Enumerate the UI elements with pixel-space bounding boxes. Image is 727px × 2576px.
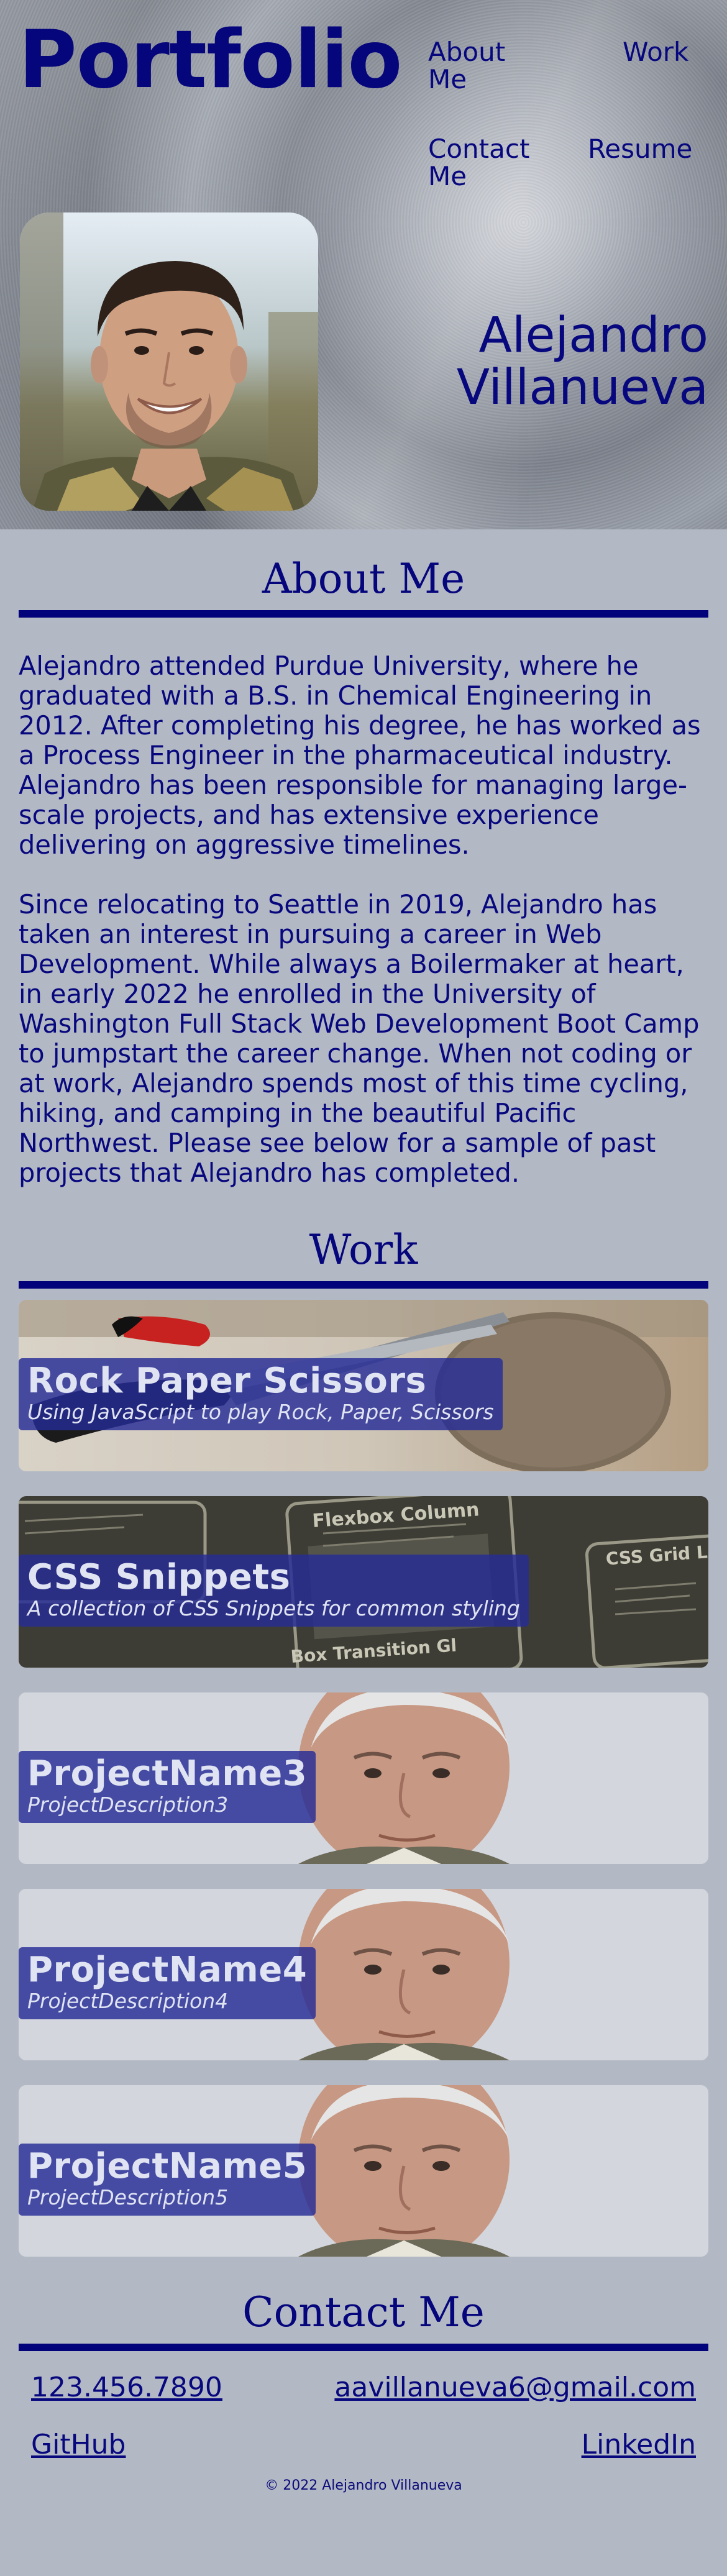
project-card-placeholder-5[interactable]: ProjectName5 ProjectDescription5 — [19, 2085, 708, 2257]
project-description: A collection of CSS Snippets for common … — [27, 1596, 520, 1620]
copyright-footer: © 2022 Alejandro Villanueva — [265, 2478, 462, 2493]
hero-header: Portfolio About Me Work Contact Me Resum… — [0, 0, 727, 529]
work-divider — [19, 1281, 708, 1289]
project-description: ProjectDescription5 — [27, 2185, 229, 2209]
about-paragraph-2: Since relocating to Seattle in 2019, Ale… — [19, 889, 700, 1188]
project-description: ProjectDescription3 — [27, 1793, 229, 1817]
project-title: Rock Paper Scissors — [27, 1361, 427, 1401]
project-title: ProjectName5 — [27, 2146, 308, 2186]
about-section: About Me Alejandro attended Purdue Unive… — [0, 529, 727, 1188]
linkedin-link[interactable]: LinkedIn — [582, 2429, 696, 2460]
about-body: Alejandro attended Purdue University, wh… — [19, 651, 708, 1188]
project-label: CSS Snippets A collection of CSS Snippet… — [19, 1555, 529, 1627]
owner-name: Alejandro Villanueva — [457, 309, 708, 414]
github-link[interactable]: GitHub — [31, 2429, 126, 2460]
nav-resume-link[interactable]: Resume — [588, 135, 692, 163]
about-title: About Me — [262, 555, 465, 603]
project-card-placeholder-4[interactable]: ProjectName4 ProjectDescription4 — [19, 1889, 708, 2060]
phone-link[interactable]: 123.456.7890 — [31, 2372, 222, 2403]
contact-title: Contact Me — [242, 2288, 485, 2336]
project-title: ProjectName4 — [27, 1950, 308, 1990]
project-label: Rock Paper Scissors Using JavaScript to … — [19, 1358, 503, 1430]
nav-about-link[interactable]: About Me — [428, 39, 528, 93]
work-section: Work Rock Paper Scissors Using JavaScrip… — [0, 1226, 727, 2257]
contact-row-1: 123.456.7890 aavillanueva6@gmail.com — [31, 2359, 696, 2416]
project-card-css-snippets[interactable]: Flexbox Column CSS Grid La Box Transitio… — [19, 1496, 708, 1668]
nav-contact-link[interactable]: Contact Me — [428, 135, 552, 190]
contact-section: Contact Me 123.456.7890 aavillanueva6@gm… — [0, 2289, 727, 2494]
profile-photo — [20, 212, 318, 511]
nav-work-link[interactable]: Work — [623, 39, 688, 66]
contact-row-2: GitHub LinkedIn — [31, 2416, 696, 2473]
project-card-placeholder-3[interactable]: ProjectName3 ProjectDescription3 — [19, 1692, 708, 1864]
project-label: ProjectName4 ProjectDescription4 — [19, 1947, 316, 2019]
project-label: ProjectName3 ProjectDescription3 — [19, 1751, 316, 1823]
about-divider — [19, 610, 708, 618]
owner-last-name: Villanueva — [456, 360, 708, 416]
project-description: Using JavaScript to play Rock, Paper, Sc… — [27, 1400, 494, 1424]
project-card-rock-paper-scissors[interactable]: Rock Paper Scissors Using JavaScript to … — [19, 1300, 708, 1471]
contact-divider — [19, 2344, 708, 2351]
site-logo: Portfolio — [19, 14, 402, 106]
about-paragraph-1: Alejandro attended Purdue University, wh… — [19, 651, 701, 860]
project-title: CSS Snippets — [27, 1557, 291, 1597]
work-title: Work — [309, 1226, 418, 1274]
email-link[interactable]: aavillanueva6@gmail.com — [334, 2372, 696, 2403]
project-label: ProjectName5 ProjectDescription5 — [19, 2144, 316, 2216]
project-title: ProjectName3 — [27, 1753, 308, 1794]
project-description: ProjectDescription4 — [27, 1989, 229, 2013]
owner-first-name: Alejandro — [478, 308, 708, 363]
